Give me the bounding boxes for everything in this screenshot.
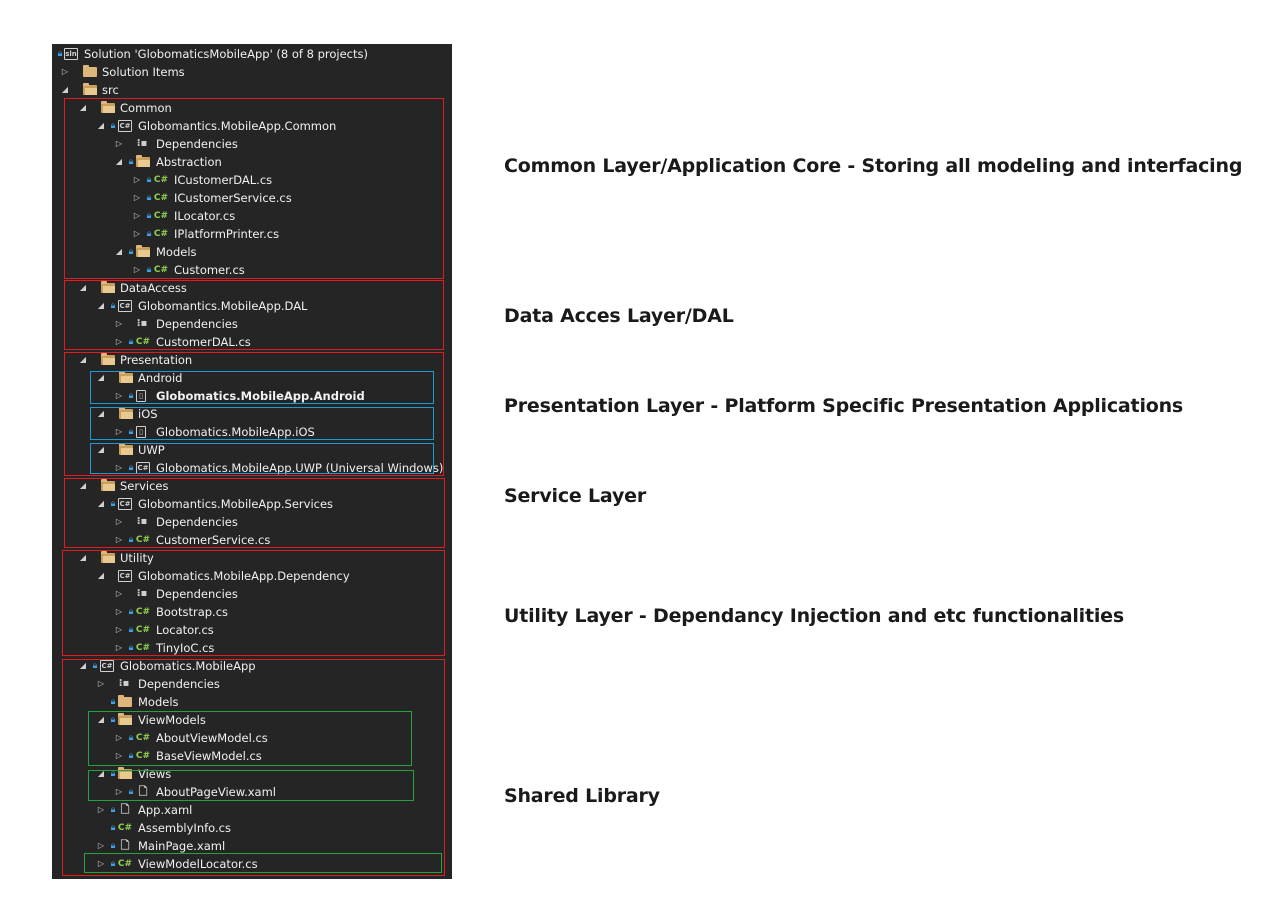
solution-node[interactable]: 🔒︎ sln Solution 'GlobomaticsMobileApp' (… bbox=[52, 45, 452, 63]
ios-highlight bbox=[90, 407, 434, 440]
annotation-shared-library: Shared Library bbox=[504, 785, 660, 807]
views-highlight bbox=[88, 770, 414, 801]
folder-open-icon bbox=[83, 83, 97, 95]
solution-icon: sln bbox=[64, 48, 78, 60]
shared-library-highlight bbox=[62, 659, 445, 876]
annotation-common-layer: Common Layer/Application Core - Storing … bbox=[504, 155, 1243, 177]
solution-label: Solution 'GlobomaticsMobileApp' (8 of 8 … bbox=[84, 47, 368, 61]
tree-item-solution-items[interactable]: ▷ Solution Items bbox=[52, 63, 452, 81]
tree-item-label: src bbox=[102, 83, 119, 97]
utility-layer-highlight bbox=[62, 550, 445, 656]
dal-layer-highlight bbox=[64, 280, 444, 350]
solution-explorer-panel: 🔒︎ sln Solution 'GlobomaticsMobileApp' (… bbox=[52, 44, 452, 879]
service-layer-highlight bbox=[64, 478, 445, 548]
folder-icon bbox=[83, 65, 97, 77]
common-layer-highlight bbox=[64, 98, 444, 279]
uwp-highlight bbox=[90, 443, 434, 474]
chevron-right-icon[interactable]: ▷ bbox=[60, 63, 70, 81]
android-highlight bbox=[90, 371, 434, 404]
annotation-presentation-layer: Presentation Layer - Platform Specific P… bbox=[504, 395, 1184, 417]
tree-item-label: Solution Items bbox=[102, 65, 185, 79]
chevron-down-icon[interactable]: ◢ bbox=[60, 81, 70, 99]
annotation-service-layer: Service Layer bbox=[504, 485, 646, 507]
viewmodellocator-highlight bbox=[84, 853, 442, 873]
lock-icon: 🔒︎ bbox=[57, 49, 63, 59]
annotation-utility-layer: Utility Layer - Dependancy Injection and… bbox=[504, 605, 1124, 627]
tree-item-src[interactable]: ◢ src bbox=[52, 81, 452, 99]
viewmodels-highlight bbox=[88, 711, 412, 766]
annotation-dal-layer: Data Acces Layer/DAL bbox=[504, 305, 734, 327]
